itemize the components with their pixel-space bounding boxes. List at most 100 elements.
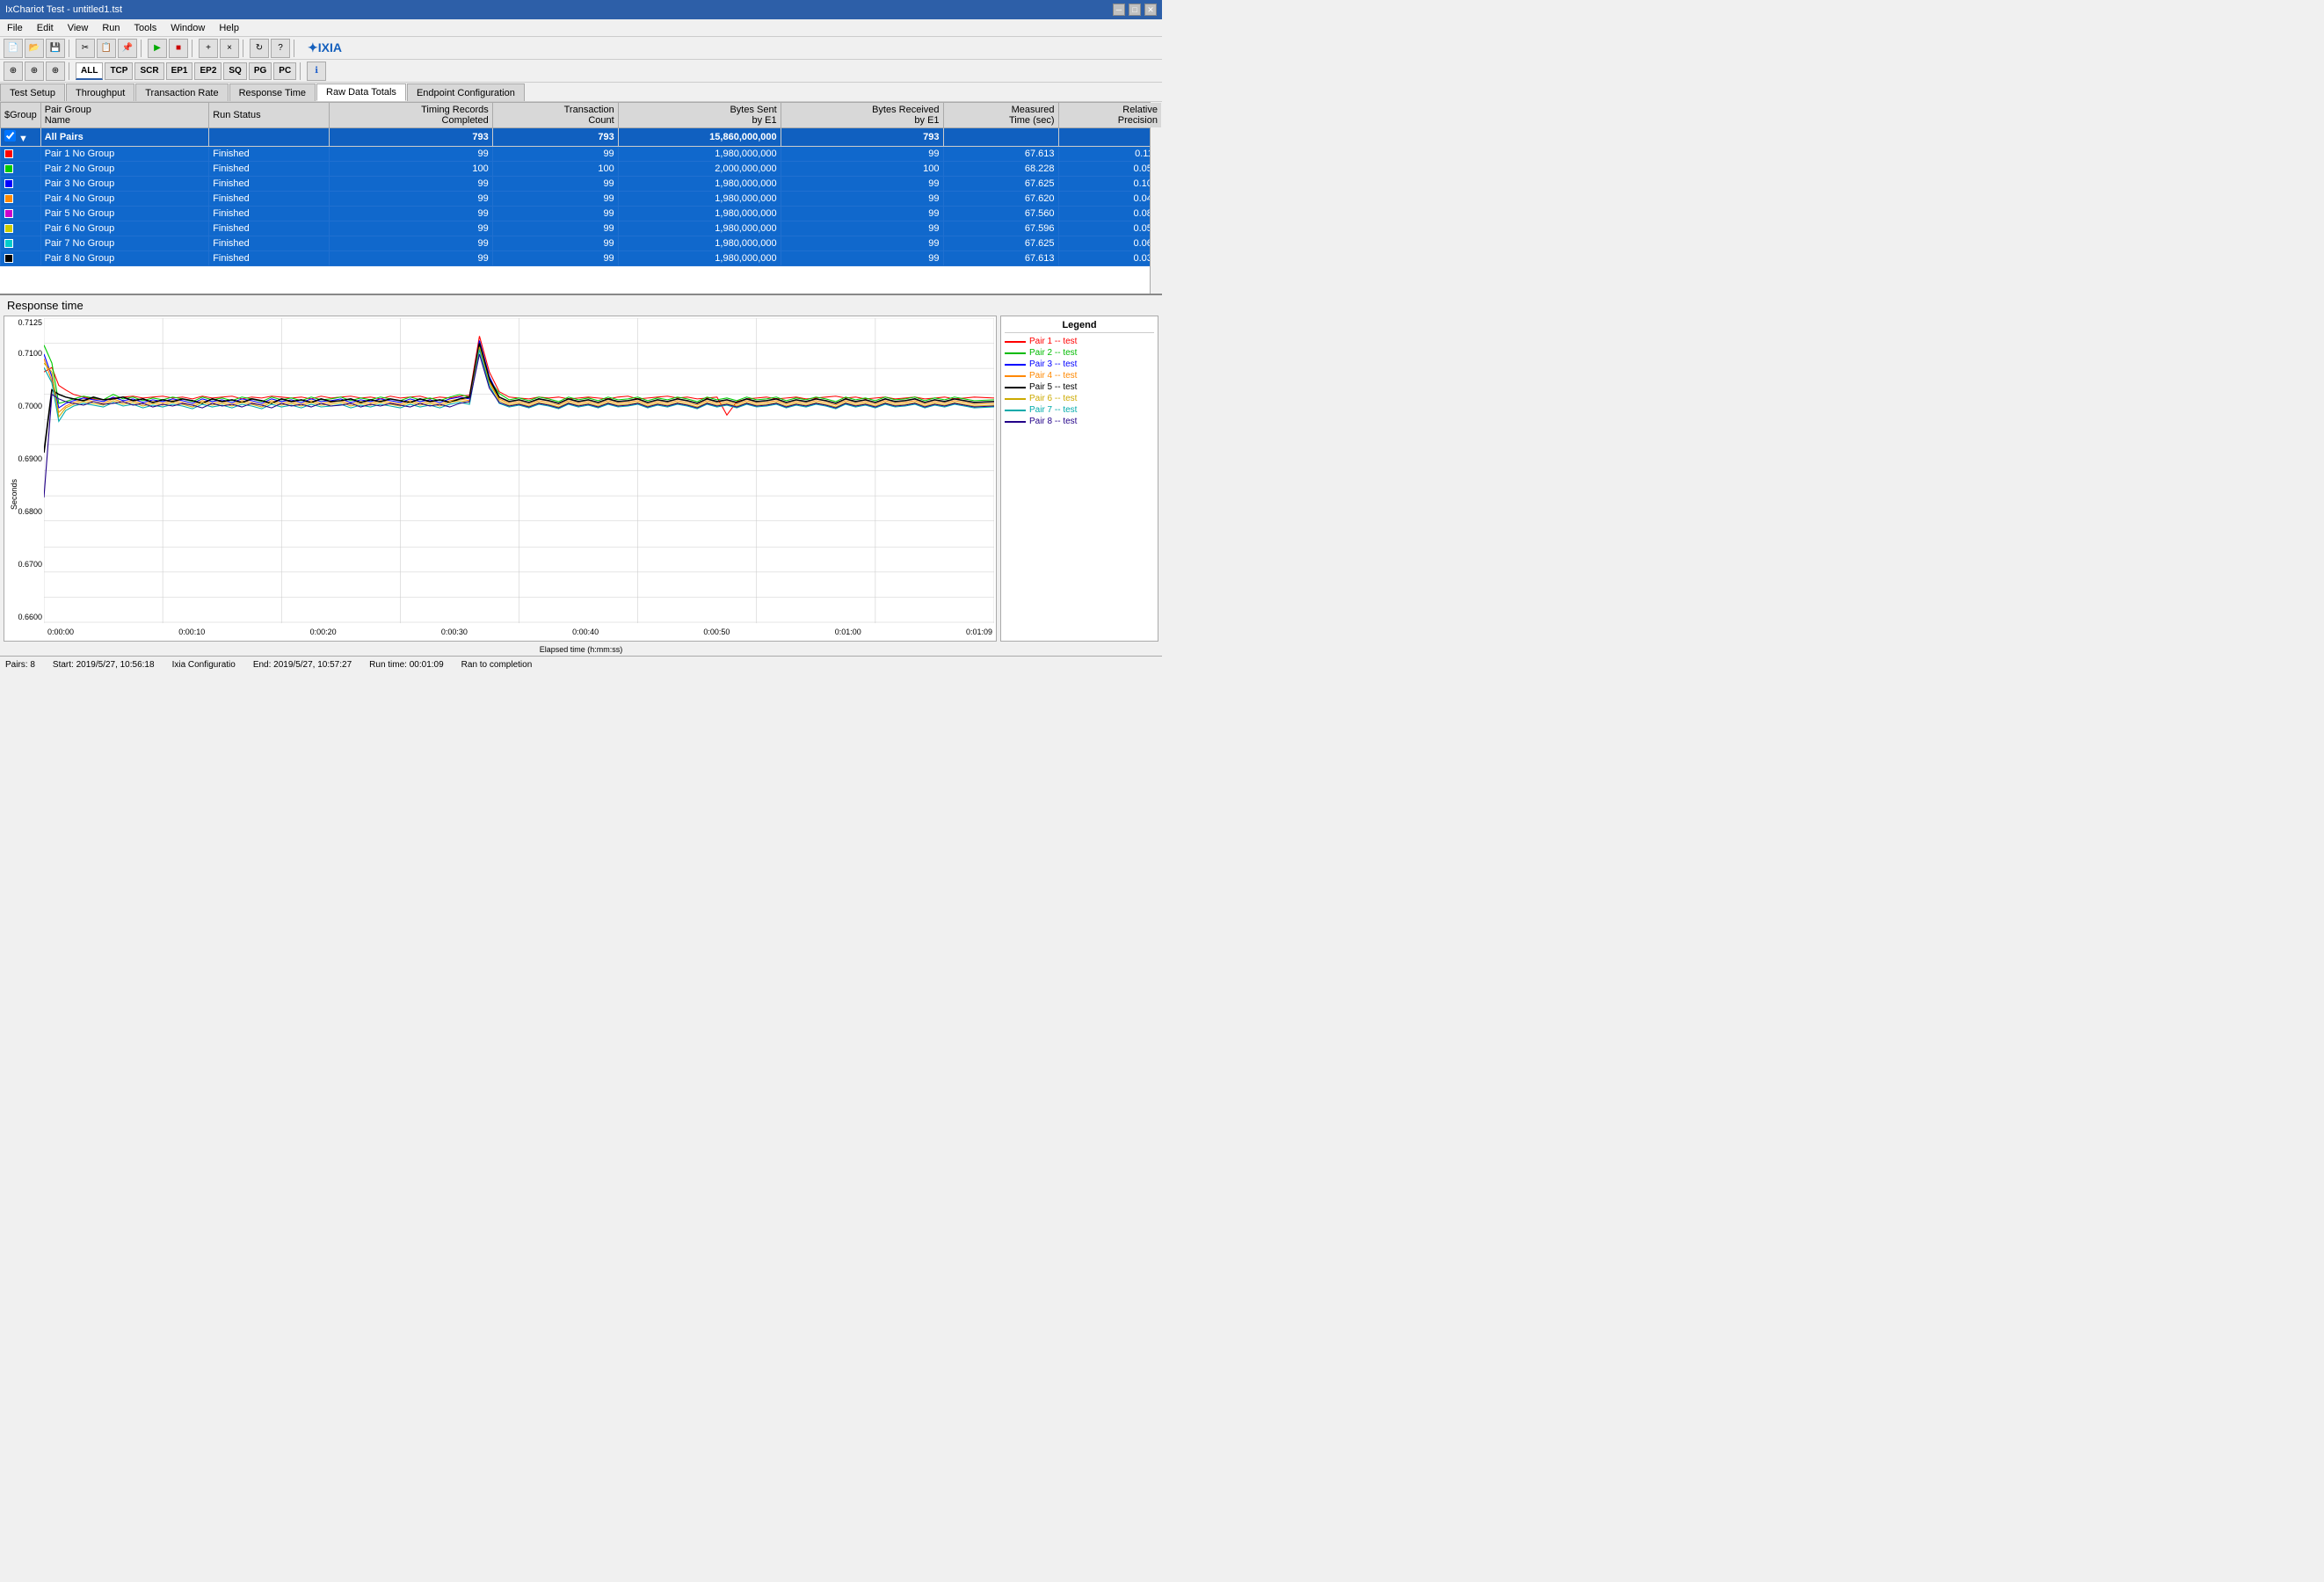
menu-edit[interactable]: Edit [30, 21, 61, 35]
cell-pair-time: 67.613 [943, 251, 1058, 266]
chart-svg-container [44, 318, 994, 623]
help-button[interactable]: ? [271, 39, 290, 58]
new-button[interactable]: 📄 [4, 39, 23, 58]
tab-test-setup[interactable]: Test Setup [0, 83, 65, 101]
add-pair-button[interactable]: + [199, 39, 218, 58]
proto-all[interactable]: ALL [76, 62, 103, 80]
cell-pair-precision: 0.039 [1058, 251, 1161, 266]
chart-plot-area: 0.7125 0.7100 0.7000 0.6900 0.6800 0.670… [4, 316, 997, 642]
cell-pair-icon [1, 207, 41, 221]
menu-file[interactable]: File [0, 21, 30, 35]
col-timing-records: Timing RecordsCompleted [330, 103, 492, 128]
cell-all-pairs-records: 793 [330, 128, 492, 147]
proto-ep2[interactable]: EP2 [194, 62, 222, 80]
refresh-button[interactable]: ↻ [250, 39, 269, 58]
table-row[interactable]: Pair 7 No Group Finished 99 99 1,980,000… [1, 236, 1162, 251]
ixia-logo: ✦IXIA [308, 40, 342, 55]
cell-pair-precision: 0.067 [1058, 236, 1161, 251]
cell-pair-time: 67.625 [943, 236, 1058, 251]
cell-pair-transactions: 99 [492, 251, 618, 266]
cell-pair-bytes-sent: 1,980,000,000 [618, 221, 781, 236]
cell-pair-records: 99 [330, 207, 492, 221]
menu-run[interactable]: Run [95, 21, 127, 35]
cell-pair-status: Finished [209, 192, 330, 207]
cell-pair-bytes-sent: 1,980,000,000 [618, 147, 781, 162]
cell-pair-precision: 0.083 [1058, 207, 1161, 221]
toolbar-2: ⊕ ⊕ ⊕ ALL TCP SCR EP1 EP2 SQ PG PC ℹ [0, 60, 1162, 83]
proto-scr[interactable]: SCR [134, 62, 163, 80]
col-bytes-recv: Bytes Receivedby E1 [781, 103, 943, 128]
cell-pair-icon [1, 162, 41, 177]
run-button[interactable]: ▶ [148, 39, 167, 58]
info-button[interactable]: ℹ [307, 62, 326, 81]
proto-tcp[interactable]: TCP [105, 62, 133, 80]
menu-tools[interactable]: Tools [127, 21, 164, 35]
tab-response-time[interactable]: Response Time [229, 83, 316, 101]
delete-button[interactable]: × [220, 39, 239, 58]
separator-p2 [300, 62, 303, 80]
restore-button[interactable]: □ [1129, 4, 1141, 16]
tb-btn-2[interactable]: ⊕ [25, 62, 44, 81]
paste-button[interactable]: 📌 [118, 39, 137, 58]
table-row[interactable]: Pair 5 No Group Finished 99 99 1,980,000… [1, 207, 1162, 221]
proto-pc[interactable]: PC [273, 62, 296, 80]
tab-endpoint-config[interactable]: Endpoint Configuration [407, 83, 525, 101]
tab-transaction-rate[interactable]: Transaction Rate [135, 83, 228, 101]
cell-pair-icon [1, 236, 41, 251]
table-row[interactable]: Pair 8 No Group Finished 99 99 1,980,000… [1, 251, 1162, 266]
table-row[interactable]: Pair 1 No Group Finished 99 99 1,980,000… [1, 147, 1162, 162]
cell-pair-bytes-recv: 99 [781, 221, 943, 236]
tab-raw-data-totals[interactable]: Raw Data Totals [316, 83, 406, 101]
separator-4 [243, 40, 246, 57]
copy-button[interactable]: 📋 [97, 39, 116, 58]
table-row[interactable]: Pair 3 No Group Finished 99 99 1,980,000… [1, 177, 1162, 192]
col-relative-precision: RelativePrecision [1058, 103, 1161, 128]
legend-item-8: Pair 8 -- test [1005, 417, 1154, 426]
cell-pair-status: Finished [209, 207, 330, 221]
separator-1 [69, 40, 72, 57]
cell-pair-bytes-sent: 2,000,000,000 [618, 162, 781, 177]
vertical-scrollbar[interactable] [1150, 102, 1162, 294]
cell-pair-precision: 0.107 [1058, 177, 1161, 192]
cell-pair-precision: 0.111 [1058, 147, 1161, 162]
save-button[interactable]: 💾 [46, 39, 65, 58]
minimize-button[interactable]: ─ [1113, 4, 1125, 16]
tab-throughput[interactable]: Throughput [66, 83, 134, 101]
cell-pair-transactions: 99 [492, 192, 618, 207]
open-button[interactable]: 📂 [25, 39, 44, 58]
proto-pg[interactable]: PG [249, 62, 272, 80]
cell-pair-records: 100 [330, 162, 492, 177]
proto-ep1[interactable]: EP1 [166, 62, 193, 80]
cell-pair-status: Finished [209, 147, 330, 162]
table-row[interactable]: Pair 2 No Group Finished 100 100 2,000,0… [1, 162, 1162, 177]
cell-pair-bytes-sent: 1,980,000,000 [618, 177, 781, 192]
status-start: Start: 2019/5/27, 10:56:18 [53, 660, 155, 670]
col-run-status: Run Status [209, 103, 330, 128]
cut-button[interactable]: ✂ [76, 39, 95, 58]
menu-view[interactable]: View [61, 21, 96, 35]
cell-pair-bytes-sent: 1,980,000,000 [618, 192, 781, 207]
col-group: $Group [1, 103, 41, 128]
menu-help[interactable]: Help [212, 21, 246, 35]
cell-pair-icon [1, 192, 41, 207]
stop-button[interactable]: ■ [169, 39, 188, 58]
cell-pair-transactions: 99 [492, 221, 618, 236]
tb-btn-1[interactable]: ⊕ [4, 62, 23, 81]
proto-sq[interactable]: SQ [223, 62, 246, 80]
table-row-all-pairs[interactable]: ▼ All Pairs 793 793 15,860,000,000 793 [1, 128, 1162, 147]
cell-pair-bytes-sent: 1,980,000,000 [618, 251, 781, 266]
window-title: IxChariot Test - untitled1.tst [5, 4, 122, 15]
separator-p1 [69, 62, 72, 80]
table-row[interactable]: Pair 4 No Group Finished 99 99 1,980,000… [1, 192, 1162, 207]
close-button[interactable]: ✕ [1144, 4, 1157, 16]
tb-btn-3[interactable]: ⊕ [46, 62, 65, 81]
cell-all-pairs-time [943, 128, 1058, 147]
legend-item-7: Pair 7 -- test [1005, 405, 1154, 415]
status-config: Ixia Configuratio [172, 660, 236, 670]
menu-window[interactable]: Window [163, 21, 212, 35]
table-row[interactable]: Pair 6 No Group Finished 99 99 1,980,000… [1, 221, 1162, 236]
cell-pair-status: Finished [209, 221, 330, 236]
cell-all-pairs-precision [1058, 128, 1161, 147]
cell-pair-name: Pair 2 No Group [40, 162, 208, 177]
status-pairs: Pairs: 8 [5, 660, 35, 670]
